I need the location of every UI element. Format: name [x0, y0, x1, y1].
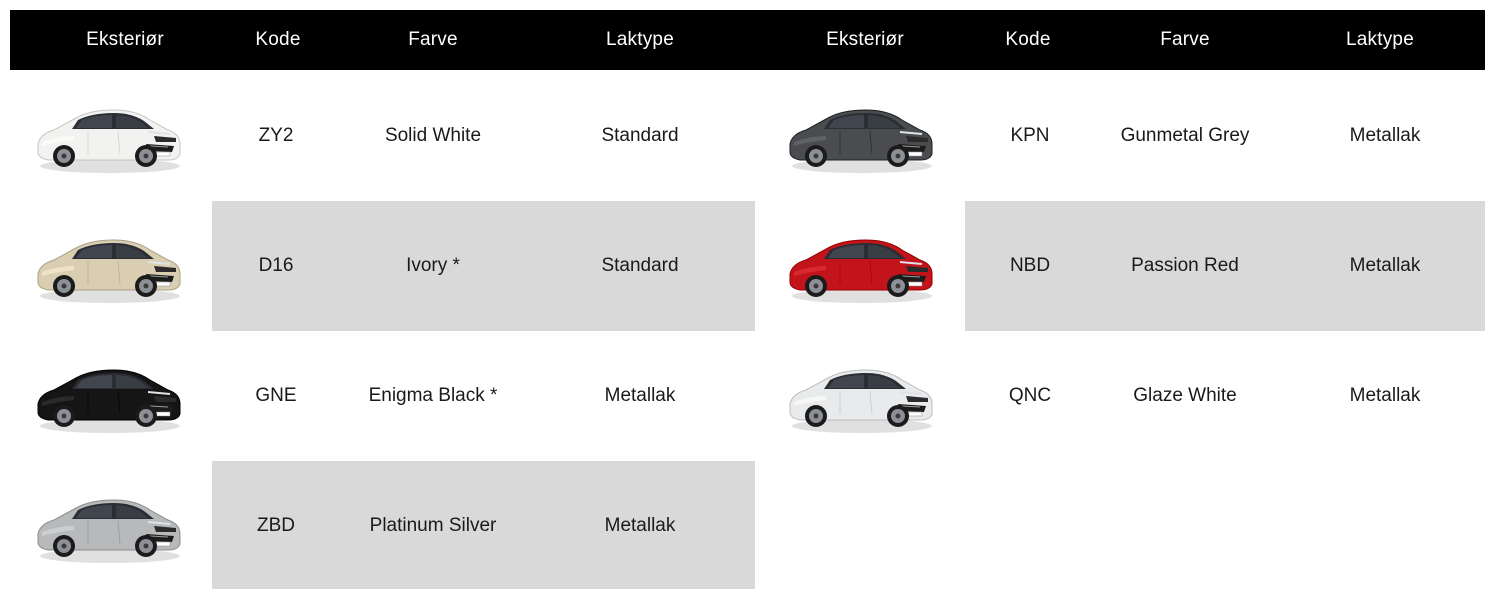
- table-row: ZY2 Solid White Standard: [0, 71, 755, 201]
- header-exterior: Eksteriør: [826, 29, 904, 50]
- paint-type-cell: Metallak: [604, 515, 676, 536]
- header-code: Kode: [1005, 29, 1051, 50]
- code-cell: GNE: [255, 385, 297, 406]
- color-cell: Glaze White: [1133, 385, 1237, 406]
- header-exterior: Eksteriør: [86, 29, 164, 50]
- car-image: [37, 109, 181, 173]
- color-cell: Gunmetal Grey: [1120, 125, 1250, 146]
- header-paint-type: Laktype: [1346, 29, 1414, 50]
- table-row: ZBD Platinum Silver Metallak: [0, 461, 755, 591]
- paint-type-cell: Metallak: [1349, 385, 1421, 406]
- car-image: [789, 369, 933, 433]
- paint-type-cell: Standard: [601, 125, 679, 146]
- header-color: Farve: [1160, 29, 1210, 50]
- color-cell: Platinum Silver: [369, 515, 497, 536]
- color-cell: Enigma Black *: [368, 385, 498, 406]
- paint-type-cell: Metallak: [1349, 255, 1421, 276]
- code-cell: ZY2: [258, 125, 294, 146]
- paint-type-cell: Metallak: [1349, 125, 1421, 146]
- car-image: [789, 239, 933, 303]
- header-code: Kode: [255, 29, 301, 50]
- color-cell: Passion Red: [1131, 255, 1239, 276]
- table-row: KPN Gunmetal Grey Metallak: [755, 71, 1485, 201]
- color-cell: Solid White: [384, 125, 482, 146]
- car-image: [789, 109, 933, 173]
- table-row: QNC Glaze White Metallak: [755, 331, 1485, 461]
- code-cell: ZBD: [257, 515, 295, 536]
- car-image: [37, 369, 181, 433]
- color-cell: Ivory *: [406, 255, 460, 276]
- code-cell: D16: [258, 255, 294, 276]
- table-row: GNE Enigma Black * Metallak: [0, 331, 755, 461]
- car-image: [37, 239, 181, 303]
- table-row: D16 Ivory * Standard: [0, 201, 755, 331]
- table-row: NBD Passion Red Metallak: [755, 201, 1485, 331]
- car-image: [37, 499, 181, 563]
- code-cell: QNC: [1008, 385, 1052, 406]
- paint-type-cell: Metallak: [604, 385, 676, 406]
- header-color: Farve: [408, 29, 458, 50]
- code-cell: NBD: [1009, 255, 1051, 276]
- code-cell: KPN: [1010, 125, 1050, 146]
- paint-type-cell: Standard: [601, 255, 679, 276]
- table-header: Eksteriør Kode Farve Laktype Eksteriør K…: [10, 10, 1485, 70]
- header-paint-type: Laktype: [606, 29, 674, 50]
